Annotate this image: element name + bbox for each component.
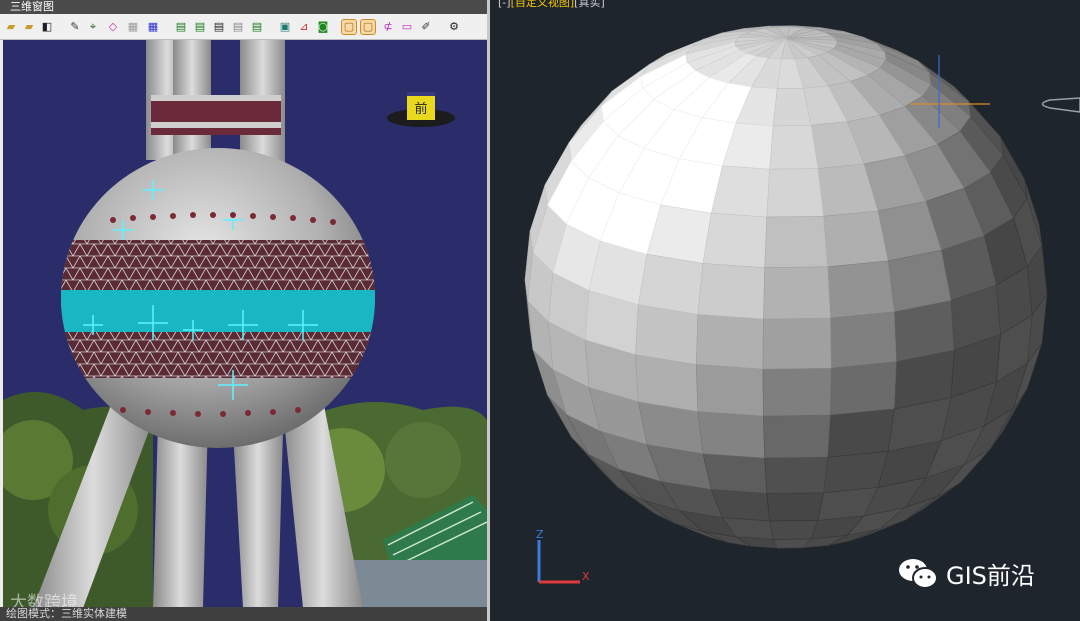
cube-icon[interactable]: ▣ bbox=[278, 20, 292, 34]
tower-render: 前 bbox=[3, 40, 487, 608]
box-icon[interactable]: ◇ bbox=[106, 20, 120, 34]
window-icon[interactable]: ▭ bbox=[400, 20, 414, 34]
select-icon[interactable]: ⌖ bbox=[86, 20, 100, 34]
sphere-face bbox=[764, 456, 829, 494]
left-3d-window: 三维窗图 ▰ ▰ ◧ ✎ ⌖ ◇ ▦ ▦ ▤ ▤ ▤ ▤ ▤ ▣ ⊿ ◙ ▢ ▢… bbox=[0, 0, 490, 621]
settings-icon[interactable]: ⚙ bbox=[447, 20, 461, 34]
sphere-face bbox=[766, 492, 824, 522]
right-cad-viewport[interactable]: [-][自定义视图][真实] Z X GIS前沿 bbox=[490, 0, 1080, 621]
sphere-face bbox=[762, 317, 832, 370]
sphere-face bbox=[638, 253, 704, 315]
sphere-face bbox=[695, 364, 764, 417]
viewcube-ring[interactable] bbox=[1041, 97, 1080, 113]
matrix-icon[interactable]: ▦ bbox=[146, 20, 160, 34]
sphere-face bbox=[702, 212, 768, 269]
nav-cube-label: 前 bbox=[414, 101, 427, 117]
layer-add-icon[interactable]: ▤ bbox=[193, 20, 207, 34]
brand-logo: GIS前沿 bbox=[898, 556, 1035, 591]
sphere-face bbox=[762, 367, 832, 417]
sphere-face bbox=[769, 519, 819, 540]
layer-hide-icon[interactable]: ▤ bbox=[231, 20, 245, 34]
sphere-face bbox=[702, 453, 768, 494]
sphere-face bbox=[763, 266, 831, 320]
sphere-face bbox=[823, 210, 889, 268]
brand-text: GIS前沿 bbox=[946, 562, 1035, 590]
sphere-face bbox=[764, 215, 829, 269]
layer-del-icon[interactable]: ▤ bbox=[212, 20, 226, 34]
grid-icon[interactable]: ▦ bbox=[126, 20, 140, 34]
sphere-face bbox=[827, 408, 895, 458]
folder-icon[interactable]: ▰ bbox=[22, 20, 36, 34]
sphere-face bbox=[827, 260, 895, 319]
sphere-face bbox=[830, 361, 897, 416]
3d-model-viewport[interactable]: 前 bbox=[3, 40, 487, 608]
find-icon[interactable]: ◧ bbox=[40, 20, 54, 34]
edit-icon[interactable]: ⊄ bbox=[381, 20, 395, 34]
sphere-face bbox=[635, 304, 699, 365]
sphere-face bbox=[769, 124, 819, 170]
sphere-face bbox=[763, 414, 831, 459]
axis-icon[interactable]: ⊿ bbox=[297, 20, 311, 34]
draw-icon[interactable]: ✎ bbox=[68, 20, 82, 34]
sphere-face bbox=[823, 450, 889, 494]
ucs-x-label: X bbox=[582, 570, 590, 583]
camera-icon[interactable]: ◙ bbox=[316, 20, 330, 34]
wechat-icon bbox=[898, 557, 938, 591]
solid-mode-icon[interactable]: ▢ bbox=[360, 19, 376, 35]
mesh-sphere: Z X bbox=[524, 25, 1080, 584]
ucs-z-label: Z bbox=[536, 528, 544, 541]
left-status-bar: 绘图模式：三维实体建模 bbox=[0, 607, 487, 621]
sphere-face bbox=[830, 311, 897, 369]
sphere-face bbox=[887, 249, 952, 313]
sphere-face bbox=[766, 168, 824, 218]
sphere-face bbox=[695, 314, 764, 370]
property-icon[interactable]: ✐ bbox=[419, 20, 433, 34]
open-folder-icon[interactable]: ▰ bbox=[4, 20, 18, 34]
left-window-title: 三维窗图 bbox=[0, 0, 487, 14]
sphere-face bbox=[697, 263, 766, 320]
layer-icon[interactable]: ▤ bbox=[174, 20, 188, 34]
left-toolbar: ▰ ▰ ◧ ✎ ⌖ ◇ ▦ ▦ ▤ ▤ ▤ ▤ ▤ ▣ ⊿ ◙ ▢ ▢ ⊄ ▭ … bbox=[0, 14, 487, 40]
layer-show-icon[interactable]: ▤ bbox=[250, 20, 264, 34]
object-mode-icon[interactable]: ▢ bbox=[341, 19, 357, 35]
sphere-face bbox=[697, 411, 766, 459]
